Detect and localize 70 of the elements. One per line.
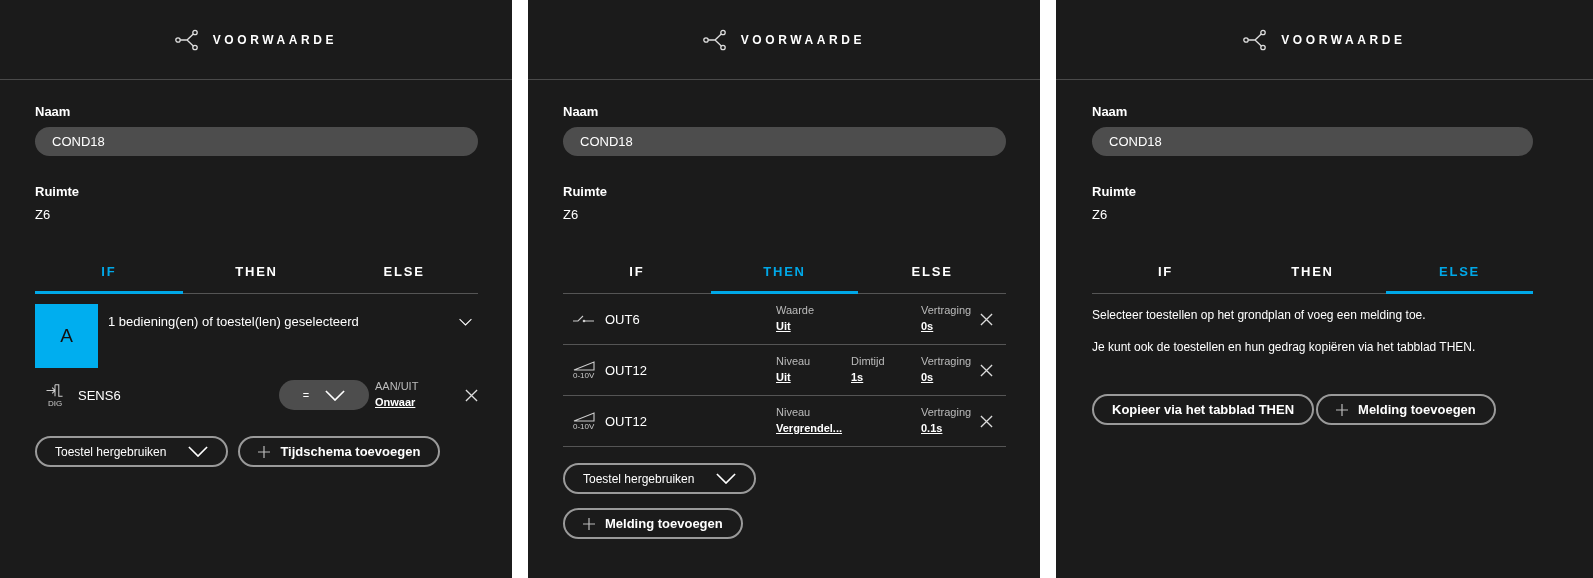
tab[interactable]: ELSE bbox=[330, 256, 478, 294]
operator-dropdown[interactable]: = bbox=[279, 380, 369, 410]
plus-icon bbox=[1336, 403, 1349, 416]
device-name: OUT6 bbox=[605, 311, 641, 327]
branch-nodes-icon bbox=[174, 28, 199, 51]
close-icon[interactable] bbox=[980, 312, 993, 326]
param-value-link[interactable]: Onwaar bbox=[375, 396, 416, 408]
tab[interactable]: ELSE bbox=[1386, 256, 1533, 294]
branch-nodes-icon bbox=[702, 28, 727, 51]
param-value-link[interactable]: Vergrendel... bbox=[776, 422, 843, 434]
field-value: Z6 bbox=[35, 207, 52, 222]
field-label: Ruimte bbox=[563, 184, 609, 199]
add-button[interactable]: Tijdschema toevoegen bbox=[238, 436, 441, 467]
tab[interactable]: IF bbox=[1092, 256, 1239, 294]
add-button[interactable]: Melding toevoegen bbox=[563, 508, 743, 539]
switch-icon bbox=[573, 314, 595, 324]
field-value: Z6 bbox=[563, 207, 580, 222]
tab[interactable]: IF bbox=[35, 256, 183, 294]
param-label: AAN/UIT bbox=[375, 380, 420, 392]
branch-nodes-icon bbox=[1243, 28, 1268, 51]
param-label: Niveau bbox=[776, 355, 812, 367]
panel-title: VOORWAARDE bbox=[1281, 32, 1406, 47]
param-label: Vertraging bbox=[921, 406, 973, 418]
field-label: Ruimte bbox=[1092, 184, 1138, 199]
name-field[interactable]: COND18 bbox=[35, 127, 478, 156]
chevron-down-icon bbox=[459, 318, 472, 326]
param-label: Niveau bbox=[776, 406, 812, 418]
field-value: Z6 bbox=[1092, 207, 1109, 222]
reuse-device-dropdown[interactable]: Toestel hergebruiken bbox=[35, 436, 229, 467]
plus-icon bbox=[583, 517, 595, 530]
param-value-link[interactable]: 0s bbox=[921, 320, 934, 332]
add-button[interactable]: Melding toevoegen bbox=[1316, 394, 1496, 425]
copy-button[interactable]: Kopieer via het tabblad THEN bbox=[1092, 394, 1315, 425]
selection-summary: 1 bediening(en) of toestel(len) geselecteerd bbox=[108, 314, 360, 331]
plus-icon bbox=[258, 445, 271, 458]
device-name: OUT12 bbox=[605, 362, 648, 378]
panel-title: VOORWAARDE bbox=[212, 32, 338, 47]
tab[interactable]: THEN bbox=[710, 256, 859, 294]
device-name: OUT12 bbox=[605, 413, 648, 429]
field-label: Ruimte bbox=[35, 184, 81, 199]
device-name: SENS6 bbox=[78, 387, 122, 403]
tab[interactable]: THEN bbox=[1239, 256, 1386, 294]
name-field[interactable]: COND18 bbox=[1092, 127, 1533, 156]
chevron-down-icon bbox=[188, 446, 209, 457]
reuse-device-dropdown[interactable]: Toestel hergebruiken bbox=[563, 463, 757, 494]
name-field[interactable]: COND18 bbox=[563, 127, 1006, 156]
tab[interactable]: IF bbox=[563, 256, 711, 294]
close-icon[interactable] bbox=[980, 363, 993, 377]
tab[interactable]: THEN bbox=[182, 256, 331, 294]
param-label: Dimtijd bbox=[851, 355, 886, 367]
close-icon[interactable] bbox=[980, 414, 993, 428]
param-value-link[interactable]: Uit bbox=[776, 320, 791, 332]
param-value-link[interactable]: Uit bbox=[776, 371, 791, 383]
param-label: Waarde bbox=[776, 304, 816, 316]
field-label: Naam bbox=[35, 104, 72, 119]
param-value-link[interactable]: 0s bbox=[921, 371, 934, 383]
info-text: Je kunt ook de toestellen en hun gedrag kopiëren via het tabblad THEN. bbox=[1092, 340, 1477, 354]
field-label: Naam bbox=[1092, 104, 1129, 119]
param-value-link[interactable]: 1s bbox=[851, 371, 864, 383]
info-text: Selecteer toestellen op het grondplan of voeg een melding toe. bbox=[1092, 308, 1427, 322]
field-label: Naam bbox=[563, 104, 600, 119]
tab[interactable]: ELSE bbox=[858, 256, 1006, 294]
chevron-down-icon bbox=[716, 473, 737, 484]
param-label: Vertraging bbox=[921, 355, 973, 367]
panel-title: VOORWAARDE bbox=[740, 32, 866, 47]
param-label: Vertraging bbox=[921, 304, 973, 316]
group-badge[interactable]: A bbox=[35, 304, 98, 368]
chevron-down-icon bbox=[325, 389, 346, 401]
param-value-link[interactable]: 0.1s bbox=[921, 422, 943, 434]
close-icon[interactable] bbox=[465, 388, 478, 402]
